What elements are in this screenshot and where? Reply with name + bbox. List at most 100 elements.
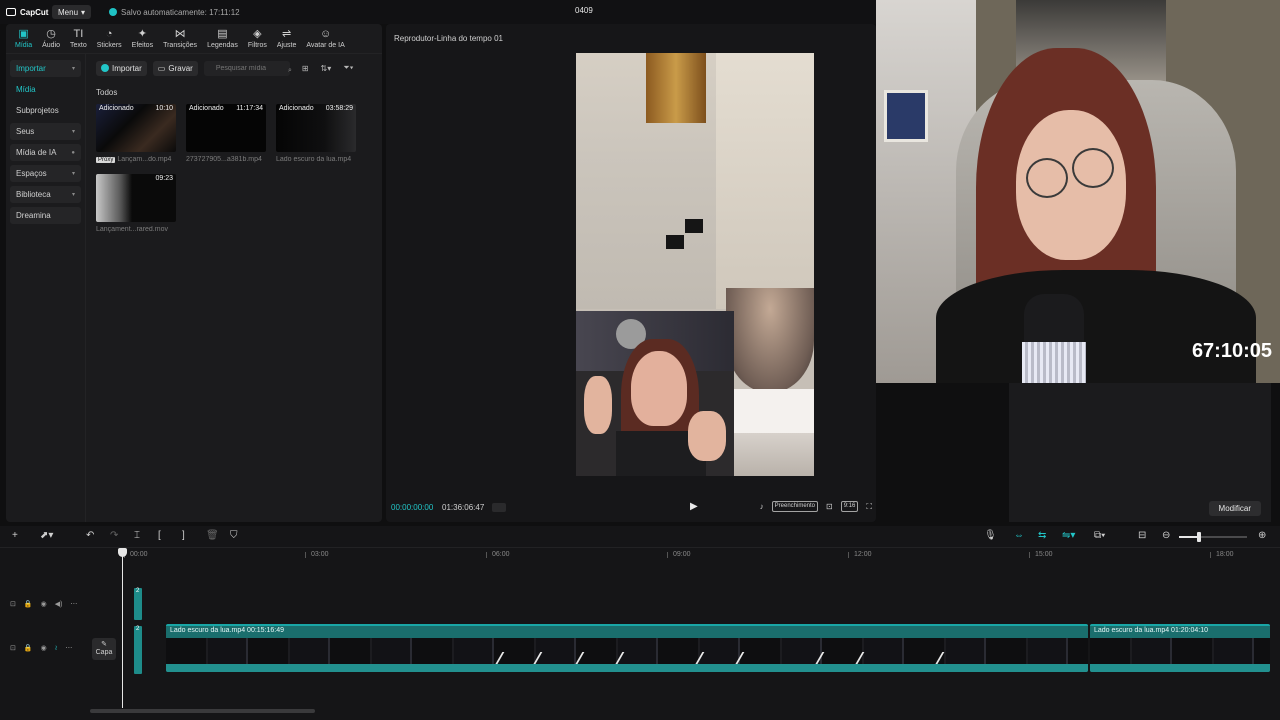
trim-left-icon[interactable]: [ [158,530,161,541]
more-icon[interactable]: ⋯ [65,644,72,652]
overlay-clip[interactable]: 2 [134,626,142,674]
tab-media[interactable]: ▣ Mídia [10,24,37,53]
menu-button[interactable]: Menu ▾ [52,5,92,19]
zoom-slider-fill [1179,536,1199,538]
tab-transitions[interactable]: ⋈ Transições [158,24,202,53]
tab-effects[interactable]: ✦ Efeitos [127,24,158,53]
playhead-handle[interactable] [118,548,127,557]
overlay-clip[interactable]: 2 [134,588,142,620]
grid-view-icon[interactable]: ⊞ [302,64,309,73]
flame-shape [734,389,814,439]
media-search-input[interactable] [203,60,290,76]
track-controls-main: ⊡ 🔒 ◉ ≀ ⋯ [10,644,72,652]
modify-button[interactable]: Modificar [1208,501,1261,516]
zoom-in-icon[interactable]: ⊕ [1258,530,1266,541]
chevron-down-icon: ▾ [71,171,75,177]
filter-icon[interactable]: ⏷▾ [343,63,353,73]
nav-item[interactable]: Biblioteca ▾ [10,186,81,203]
zoom-slider-handle[interactable] [1197,532,1201,542]
tiktok-icon[interactable]: ♪ [760,502,764,511]
timeline-scrollbar[interactable] [90,709,315,713]
timeline: + ⬈▾ ↶ ↷ ⌶ [ ] 🗑 ⛉ 🎙 ⇔ ⇆ ⇋▾ ⧉▾ ⊟ ⊖ ⊕ 00:… [0,526,1280,720]
tab-text[interactable]: TI Texto [65,24,92,53]
import-label: Importar [112,63,142,73]
fill-mode-button[interactable]: Preenchimento [771,501,818,512]
nav-item-label: Espaços [16,169,47,178]
media-item[interactable]: Adicionado 10:10 Proxy Lançam...do.mp4 [96,104,176,163]
nav-item[interactable]: Seus ▾ [10,123,81,140]
tab-captions[interactable]: ▤ Legendas [202,24,243,53]
nav-item[interactable]: Subprojetos [10,102,81,119]
fullscreen-icon[interactable]: ⛶ [866,502,872,512]
added-badge: Adicionado [189,105,224,112]
nav-item[interactable]: Importar ▾ [10,60,81,77]
tab-ai-avatar[interactable]: ☺ Avatar de IA [301,24,349,53]
nav-item[interactable]: Mídia [10,81,81,98]
redo-icon[interactable]: ↷ [110,530,118,541]
audio-wave-icon[interactable]: ≀ [55,644,58,652]
video-preview[interactable] [576,53,814,476]
playhead[interactable] [122,548,123,708]
ruler-label: 03:00 [311,551,329,558]
focus-icon[interactable]: ⊡ [826,502,833,511]
lock-icon[interactable]: 🔒 [24,600,33,608]
trim-right-icon[interactable]: ] [182,530,185,541]
lock-icon[interactable]: 🔒 [24,644,33,652]
tab-sticker[interactable]: ◔ Stickers [92,24,127,53]
media-item[interactable]: Adicionado 11:17:34 273727905...a381b.mp4 [186,104,266,163]
media-panel: ▣ Mídia ◷ Áudio TI Texto ◔ Stickers ✦ Efeitos ⋈ Tra… [6,24,382,522]
microphone-icon[interactable]: 🎙 [984,530,997,541]
properties-panel: Modificar [1009,383,1271,522]
import-button[interactable]: Importar [96,60,147,76]
nav-item[interactable]: Mídia de IA ● [10,144,81,161]
preview-axis-icon[interactable]: ⊟ [1138,530,1146,541]
captions-icon: ▤ [217,27,228,40]
shield-icon[interactable]: ⛉ [230,530,238,541]
media-duration: 11:17:34 [236,105,263,112]
nav-item[interactable]: Espaços ▾ [10,165,81,182]
more-icon[interactable]: ⋯ [70,600,77,608]
record-button[interactable]: ▭ Gravar [152,60,198,76]
ruler-label: 00:00 [130,551,148,558]
proxy-badge: Proxy [96,156,116,163]
eye-icon[interactable]: ◉ [41,644,47,652]
aspect-ratio-button[interactable]: 9:16 [840,501,859,512]
tab-audio[interactable]: ◷ Áudio [37,24,65,53]
add-track-icon[interactable]: + [12,530,18,541]
play-button[interactable]: ▶ [690,501,698,512]
timeline-range-icon[interactable] [492,503,506,512]
tab-filters[interactable]: ◈ Filtros [243,24,272,53]
nav-item-label: Mídia [16,85,36,94]
adjust-icon: ⇌ [282,27,292,40]
tab-label: Efeitos [131,41,154,49]
clip-audio-bar [1090,664,1270,672]
undo-icon[interactable]: ↶ [86,530,94,541]
tab-adjust[interactable]: ⇌ Ajuste [272,24,301,53]
zoom-slider[interactable] [1179,532,1247,542]
layout-icon[interactable]: ⧉▾ [1094,530,1105,541]
delete-icon[interactable]: 🗑 [206,530,219,541]
transitions-icon: ⋈ [174,27,186,40]
player-title: Reprodutor-Linha do tempo 01 [394,34,503,43]
media-thumbnail: Adicionado 03:58:29 [276,104,356,152]
link-icon[interactable]: ⇔ [1014,530,1024,541]
split-icon[interactable]: ⌶ [134,530,140,541]
cover-button[interactable]: ✎ Capa [92,638,116,660]
project-title[interactable]: 0409 [575,6,593,15]
volume-icon[interactable]: ◀) [55,600,63,608]
poster-frame [884,90,928,142]
sort-icon[interactable]: ⇅▾ [321,64,332,73]
select-tool-icon[interactable]: ⬈▾ [40,530,53,541]
magnet-icon[interactable]: ⇆ [1038,530,1046,541]
snap-icon[interactable]: ⇋▾ [1062,530,1075,541]
nav-item[interactable]: Dreamina [10,207,81,224]
track-toggle-icon[interactable]: ⊡ [10,600,16,608]
zoom-out-icon[interactable]: ⊖ [1162,530,1170,541]
media-item[interactable]: 09:23 Lançament...rared.mov [96,174,176,233]
track-toggle-icon[interactable]: ⊡ [10,644,16,652]
video-clip[interactable]: Lado escuro da lua.mp4 00:15:16:49 [166,624,1088,672]
media-item[interactable]: Adicionado 03:58:29 Lado escuro da lua.mp4 [276,104,356,163]
timeline-ruler[interactable]: 00:00 03:00 06:00 09:00 12:00 15:00 18:00 [120,548,1280,562]
eye-icon[interactable]: ◉ [41,600,47,608]
video-clip[interactable]: Lado escuro da lua.mp4 01:20:04:10 [1090,624,1270,672]
